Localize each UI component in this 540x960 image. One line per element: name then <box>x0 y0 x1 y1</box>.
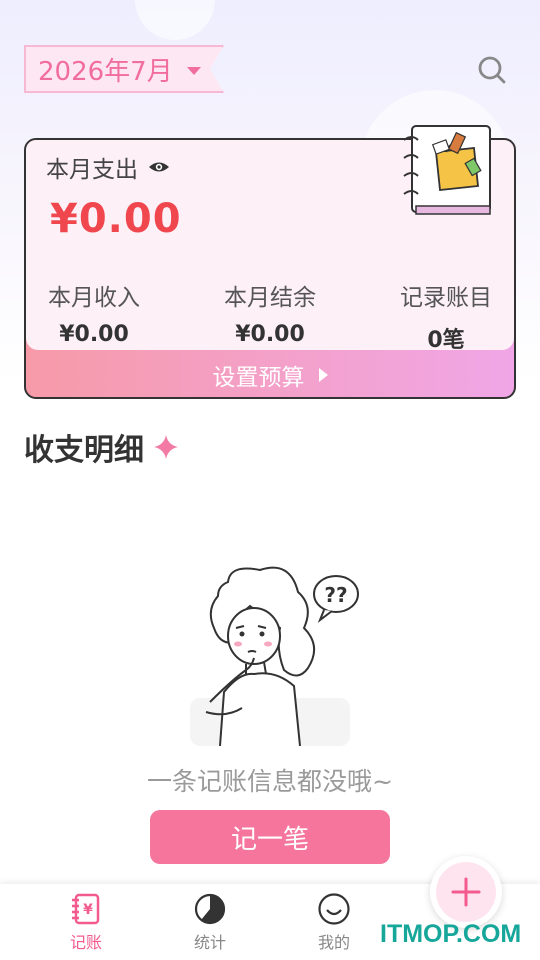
svg-text:¥: ¥ <box>83 902 93 918</box>
caret-down-icon <box>186 66 201 75</box>
sparkle-icon <box>154 435 178 459</box>
arrow-right-icon <box>318 368 328 382</box>
records-stat: 记录账目 0笔 <box>396 278 496 354</box>
nav-item-ledger[interactable]: ¥ 记账 <box>46 892 126 953</box>
nav-label-statistics: 统计 <box>193 933 226 952</box>
add-record-fab[interactable] <box>430 856 502 928</box>
nav-label-profile: 我的 <box>317 933 350 952</box>
balance-stat: 本月结余 ¥0.00 <box>220 278 320 347</box>
income-value: ¥0.00 <box>59 322 129 347</box>
balance-label: 本月结余 <box>224 285 316 311</box>
details-title: 收支明细 <box>24 433 144 468</box>
records-value: 0笔 <box>427 328 465 353</box>
ledger-icon: ¥ <box>72 893 100 925</box>
confused-girl-illustration: ?? <box>190 566 359 746</box>
nav-label-ledger: 记账 <box>69 933 102 952</box>
expense-label-row: 本月支出 <box>46 150 170 184</box>
expense-label: 本月支出 <box>46 157 138 183</box>
expense-amount: ¥0.00 <box>50 196 182 242</box>
details-section-title: 收支明细 <box>24 425 180 469</box>
fab-inner <box>436 862 496 922</box>
income-label: 本月收入 <box>48 285 140 311</box>
eye-icon[interactable] <box>148 160 170 174</box>
record-entry-button[interactable]: 记一笔 <box>150 810 390 864</box>
pie-chart-icon <box>194 893 226 925</box>
budget-label: 设置预算 <box>212 365 305 391</box>
month-selector[interactable]: 2026年7月 <box>24 45 224 93</box>
smile-icon <box>318 893 350 925</box>
balance-value: ¥0.00 <box>235 322 305 347</box>
plus-icon <box>451 877 481 907</box>
notebook-icon <box>403 125 491 215</box>
income-stat: 本月收入 ¥0.00 <box>44 278 144 347</box>
nav-item-profile[interactable]: 我的 <box>294 892 374 953</box>
empty-state-message: 一条记账信息都没哦~ <box>147 767 393 796</box>
records-label: 记录账目 <box>400 285 492 311</box>
svg-text:??: ?? <box>324 583 347 607</box>
set-budget-button[interactable]: 设置预算 <box>26 353 514 397</box>
search-icon[interactable] <box>476 54 508 86</box>
bg-bubble <box>135 0 215 40</box>
month-label: 2026年7月 <box>38 56 173 87</box>
watermark-text: ITMOP.COM <box>380 920 522 948</box>
nav-item-statistics[interactable]: 统计 <box>170 892 250 953</box>
